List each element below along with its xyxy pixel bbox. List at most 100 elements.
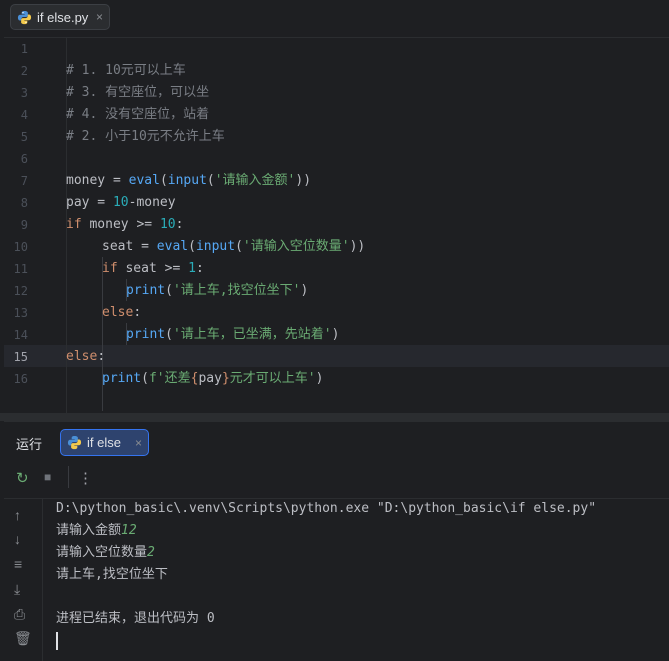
code-line-9[interactable]: if money >= 10: (66, 214, 183, 236)
print-icon[interactable]: ⎙ (14, 606, 25, 623)
code-line-10[interactable]: seat = eval(input('请输入空位数量')) (102, 236, 365, 258)
code-token: )) (295, 173, 312, 188)
line-number: 12 (13, 284, 28, 298)
code-line-3[interactable]: # 3. 有空座位，可以坐 (66, 82, 209, 104)
code-line-8[interactable]: pay = 10-money (66, 192, 176, 214)
code-token: 元才可以上车' (229, 371, 316, 386)
code-line-14[interactable]: print('请上车，已坐满，先站着') (126, 324, 339, 346)
code-token: ) (331, 327, 340, 342)
panel-divider[interactable] (0, 413, 669, 421)
line-number: 15 (13, 350, 28, 364)
console-prompt: 请输入金额 (56, 523, 122, 538)
code-token: eval (128, 173, 160, 188)
code-line-12[interactable]: print('请上车,找空位坐下') (126, 280, 308, 302)
code-line-16[interactable]: print(f'还差{pay}元才可以上车') (102, 368, 323, 390)
rerun-icon[interactable]: ↻ (16, 469, 29, 487)
console-input: 2 (147, 545, 155, 560)
line-number: 8 (20, 196, 28, 210)
code-token: ) (300, 283, 309, 298)
code-token: ( (165, 327, 173, 342)
line-number: 6 (20, 152, 28, 166)
code-token: if (66, 217, 82, 232)
line-number: 4 (20, 108, 28, 122)
code-token: 10 (159, 217, 176, 232)
code-token: seat >= (117, 261, 189, 276)
code-token: else (66, 349, 98, 364)
run-tab-if-else[interactable]: if else × (60, 429, 149, 456)
run-tab-label: if else (87, 435, 121, 450)
console-line: 请输入空位数量2 (56, 542, 155, 564)
code-token: ( (165, 283, 173, 298)
line-number: 13 (13, 306, 28, 320)
code-token: input (167, 173, 207, 188)
more-options-icon[interactable]: ⋮ (78, 469, 93, 487)
code-token: pay = (66, 195, 113, 210)
down-arrow-icon[interactable]: ↓ (14, 531, 21, 547)
up-arrow-icon[interactable]: ↑ (14, 507, 21, 523)
code-line-4[interactable]: # 4. 没有空座位，站着 (66, 104, 209, 126)
code-line-13[interactable]: else: (102, 302, 141, 324)
editor-tab-bar: if else.py × (4, 0, 669, 38)
toolbar-divider (68, 466, 69, 488)
code-token: 1 (188, 261, 196, 276)
code-token: f'还差 (148, 371, 191, 386)
run-panel: 运行 if else × ↻ ■ ⋮ ↑ ↓ ≡ ⤓ ⎙ 🗑 D:\python… (4, 421, 669, 661)
run-toolbar: ↻ ■ ⋮ (4, 462, 669, 499)
console-exit-line: 进程已结束，退出代码为 0 (56, 611, 215, 626)
close-run-tab-icon[interactable]: × (135, 436, 142, 450)
code-token: print (126, 283, 166, 298)
code-token: input (195, 239, 236, 254)
code-token: -money (128, 195, 176, 210)
code-token: 10 (112, 195, 129, 210)
code-token: else (102, 305, 134, 320)
code-token: ( (159, 173, 168, 188)
line-number: 2 (20, 64, 28, 78)
code-line-2[interactable]: # 1. 10元可以上车 (66, 60, 186, 82)
code-token: } (221, 371, 230, 386)
code-token: ( (235, 239, 243, 254)
code-token: money >= (81, 217, 160, 232)
trash-icon[interactable]: 🗑 (14, 630, 32, 647)
code-token: '请输入空位数量' (242, 239, 350, 254)
code-token: money = (66, 173, 129, 188)
code-token: pay (198, 371, 222, 386)
python-logo-icon (17, 10, 32, 24)
close-tab-icon[interactable]: × (96, 10, 103, 24)
code-line-11[interactable]: if seat >= 1: (102, 258, 204, 280)
code-token: : (175, 217, 184, 232)
stop-icon[interactable]: ■ (44, 470, 51, 484)
line-number: 16 (13, 372, 28, 386)
code-line-7[interactable]: money = eval(input('请输入金额')) (66, 170, 311, 192)
soft-wrap-icon[interactable]: ≡ (14, 556, 22, 572)
line-number: 9 (20, 218, 28, 232)
python-logo-icon (67, 435, 82, 450)
console-input: 12 (121, 523, 137, 538)
scroll-to-end-icon[interactable]: ⤓ (14, 581, 20, 598)
line-number: 3 (20, 86, 28, 100)
code-token: print (126, 327, 166, 342)
code-line-5[interactable]: # 2. 小于10元不允许上车 (66, 126, 225, 148)
line-number-gutter: 1 2 3 4 5 6 7 8 9 10 11 12 13 14 15 16 (0, 38, 40, 413)
code-token: : (195, 261, 204, 276)
run-panel-title: 运行 (16, 437, 43, 452)
line-number: 1 (20, 42, 28, 56)
code-token: ( (188, 239, 196, 254)
code-token: '请上车,找空位坐下' (172, 283, 301, 298)
line-number: 10 (13, 240, 28, 254)
code-token: seat = (102, 239, 157, 254)
code-token: '请输入金额' (214, 173, 296, 188)
code-token: : (97, 349, 106, 364)
file-tab-if-else[interactable]: if else.py × (10, 4, 110, 30)
console-line: 请输入金额12 (56, 520, 137, 542)
code-token: )) (349, 239, 366, 254)
line-number: 11 (13, 262, 28, 276)
console-output-line: 请上车,找空位坐下 (56, 567, 168, 582)
line-number: 14 (13, 328, 28, 342)
code-token: eval (156, 239, 189, 254)
code-token: '请上车，已坐满，先站着' (172, 327, 332, 342)
line-number: 5 (20, 130, 28, 144)
code-line-15[interactable]: else: (66, 346, 105, 368)
console-input-caret[interactable] (56, 632, 58, 650)
line-number: 7 (20, 174, 28, 188)
code-token: ) (315, 371, 324, 386)
